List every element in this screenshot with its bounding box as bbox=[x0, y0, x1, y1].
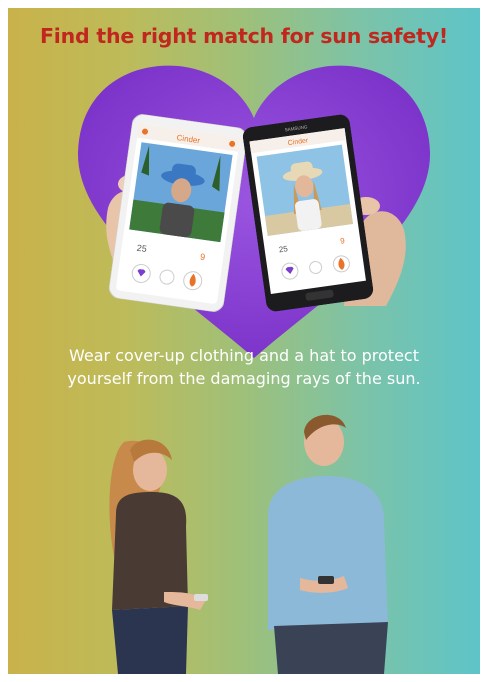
sun-safety-message: Wear cover-up clothing and a hat to prot… bbox=[8, 344, 480, 390]
woman-figure bbox=[109, 439, 208, 674]
message-line-1: Wear cover-up clothing and a hat to prot… bbox=[69, 346, 419, 365]
stat-left-b: 25 bbox=[278, 244, 289, 254]
headline: Find the right match for sun safety! bbox=[39, 24, 449, 48]
stat-left-a: 25 bbox=[136, 243, 147, 254]
sun-safety-poster: Find the right match for sun safety! Cin… bbox=[8, 8, 480, 674]
message-line-2: yourself from the damaging rays of the s… bbox=[67, 369, 421, 388]
couple-illustration bbox=[109, 414, 388, 674]
man-figure bbox=[268, 414, 388, 674]
